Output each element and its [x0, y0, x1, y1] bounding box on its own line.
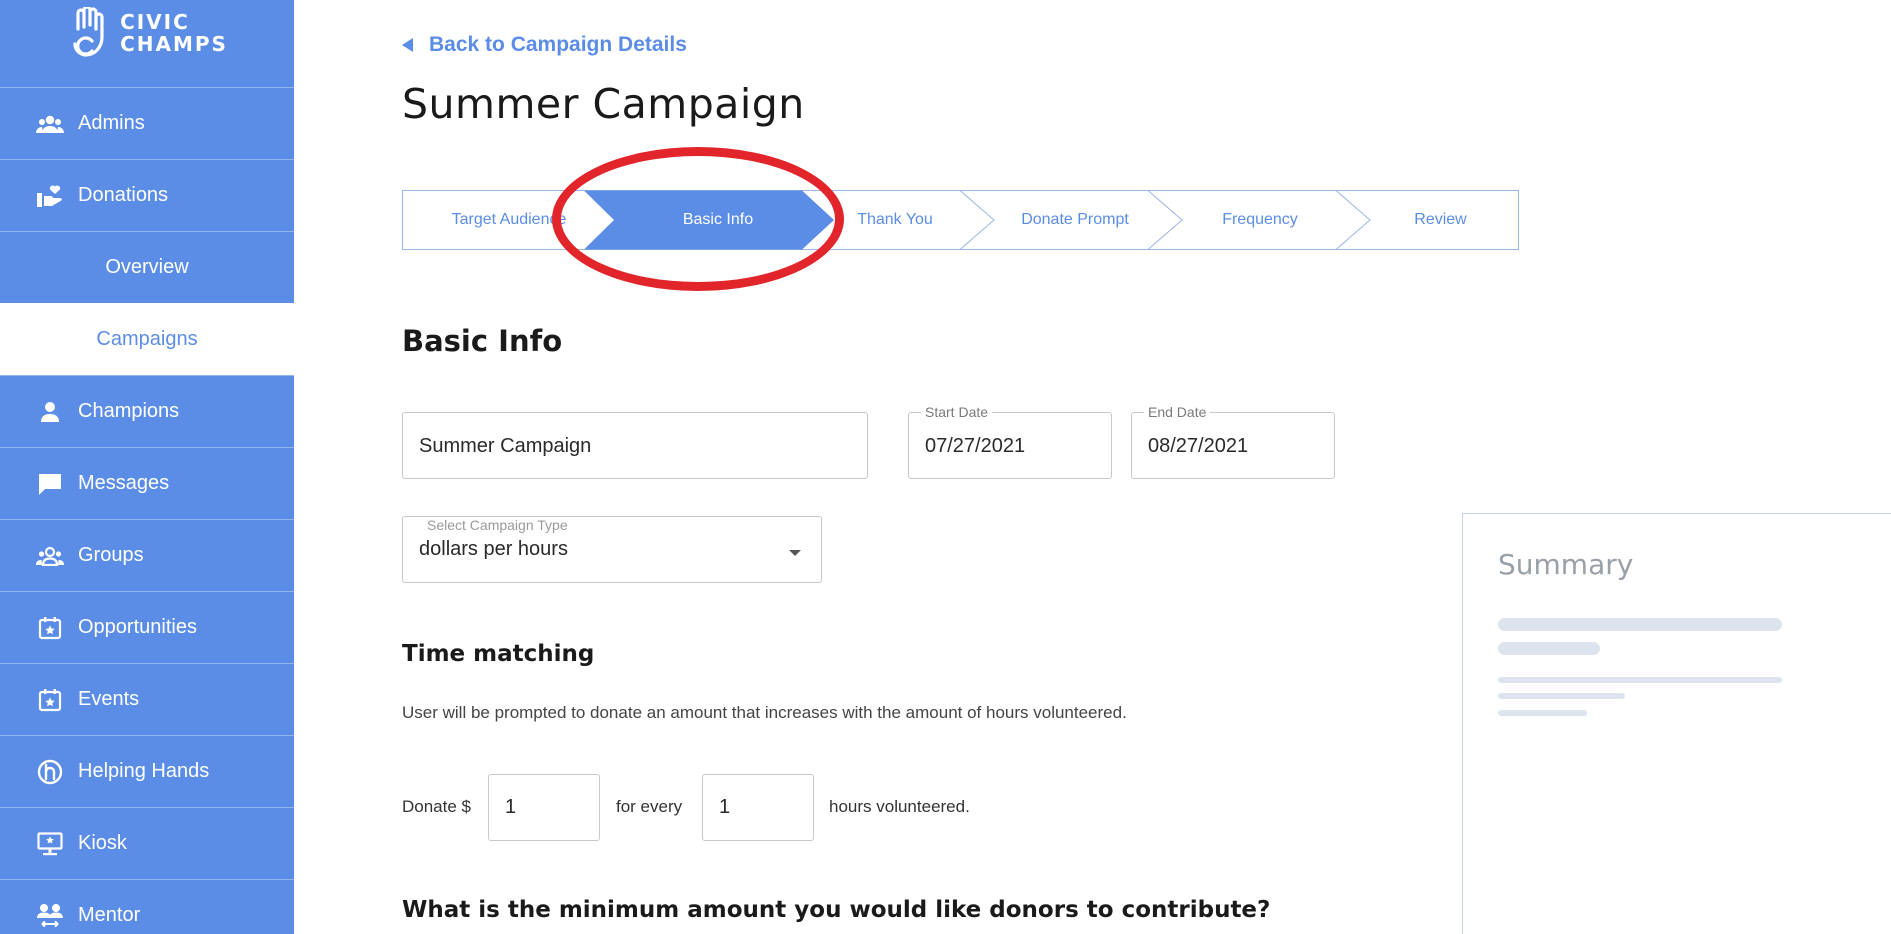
sidebar-item-label: Groups [78, 544, 144, 566]
time-matching-description: User will be prompted to donate an amoun… [402, 703, 1127, 722]
hand-heart-icon [36, 182, 64, 210]
hours-volunteered-label: hours volunteered. [829, 797, 970, 816]
back-link-label: Back to Campaign Details [429, 33, 687, 56]
people-icon [36, 110, 64, 138]
sidebar-item-label: Mentor [78, 904, 141, 926]
end-date-value: 08/27/2021 [1148, 435, 1249, 457]
campaign-type-label: Select Campaign Type [427, 517, 568, 533]
summary-title: Summary [1498, 548, 1634, 581]
person-icon [36, 398, 64, 426]
sidebar-item-donations[interactable]: Donations [0, 159, 294, 231]
back-arrow-icon [402, 38, 413, 52]
page-title: Summer Campaign [402, 80, 805, 128]
end-date-label: End Date [1144, 404, 1211, 420]
hours-value: 1 [719, 796, 731, 818]
summary-placeholder-line [1498, 710, 1587, 716]
sidebar-item-label: Admins [78, 112, 145, 134]
end-date-field[interactable]: End Date 08/27/2021 [1131, 404, 1335, 479]
chat-bubble-icon [36, 470, 64, 498]
campaign-type-value: dollars per hours [419, 538, 568, 560]
donate-amount-input[interactable]: 1 [488, 774, 600, 841]
sidebar-item-label: Events [78, 688, 140, 710]
summary-placeholder-line [1498, 618, 1782, 631]
step-review[interactable]: Review [1362, 190, 1519, 250]
sidebar-item-groups[interactable]: Groups [0, 519, 294, 591]
sidebar-item-campaigns[interactable]: Campaigns [0, 303, 294, 375]
step-thank-you[interactable]: Thank You [802, 190, 988, 250]
sidebar-item-mentor[interactable]: Mentor [0, 879, 294, 934]
sidebar-item-messages[interactable]: Messages [0, 447, 294, 519]
helping-hands-icon [36, 758, 64, 786]
sidebar-item-label: Opportunities [78, 616, 197, 638]
group-icon [36, 542, 64, 570]
step-basic-info[interactable]: Basic Info [602, 190, 834, 250]
sidebar: CIVIC CHAMPS Admins Donations Overview C… [0, 0, 294, 934]
hand-logo-icon [73, 6, 104, 57]
campaign-name-value: Summer Campaign [419, 435, 592, 457]
minimum-amount-question: What is the minimum amount you would lik… [402, 897, 1271, 923]
donate-amount-value: 1 [505, 796, 517, 818]
sidebar-item-events[interactable]: Events [0, 663, 294, 735]
sidebar-item-admins[interactable]: Admins [0, 87, 294, 159]
campaign-type-select[interactable]: Select Campaign Type dollars per hours [402, 516, 822, 583]
for-every-label: for every [616, 797, 683, 816]
campaign-name-input[interactable]: Summer Campaign [402, 412, 868, 479]
mentor-icon [36, 902, 64, 930]
hours-input[interactable]: 1 [702, 774, 814, 841]
civic-champs-logo[interactable]: CIVIC CHAMPS [0, 0, 294, 87]
sidebar-item-label: Overview [105, 256, 189, 278]
start-date-value: 07/27/2021 [925, 435, 1026, 457]
sidebar-item-opportunities[interactable]: Opportunities [0, 591, 294, 663]
calendar-star-icon [36, 686, 64, 714]
sidebar-item-label: Champions [78, 400, 180, 422]
sidebar-item-label: Campaigns [96, 328, 198, 350]
summary-placeholder-line [1498, 642, 1600, 655]
step-target-audience[interactable]: Target Audience [402, 190, 616, 250]
sidebar-item-overview[interactable]: Overview [0, 231, 294, 303]
time-matching-title: Time matching [402, 641, 595, 667]
kiosk-icon [36, 830, 64, 858]
sidebar-item-label: Messages [78, 472, 170, 494]
sidebar-item-kiosk[interactable]: Kiosk [0, 807, 294, 879]
sidebar-item-label: Donations [78, 184, 169, 206]
sidebar-item-label: Helping Hands [78, 760, 210, 782]
chevron-down-icon [789, 550, 801, 556]
donate-prefix-label: Donate $ [402, 797, 471, 816]
back-to-campaign-details-link[interactable]: Back to Campaign Details [402, 33, 687, 57]
start-date-label: Start Date [921, 404, 993, 420]
brand-name: CIVIC CHAMPS [120, 9, 228, 56]
summary-placeholder-line [1498, 693, 1625, 699]
sidebar-item-label: Kiosk [78, 832, 127, 854]
section-title-basic-info: Basic Info [402, 324, 563, 358]
calendar-star-icon [36, 614, 64, 642]
summary-placeholder-line [1498, 677, 1782, 683]
step-frequency[interactable]: Frequency [1167, 190, 1353, 250]
summary-panel: Summary [1462, 513, 1891, 934]
campaign-stepper: Target Audience Basic Info Thank You Don… [402, 190, 1519, 250]
start-date-field[interactable]: Start Date 07/27/2021 [908, 404, 1112, 479]
sidebar-item-helping-hands[interactable]: Helping Hands [0, 735, 294, 807]
sidebar-item-champions[interactable]: Champions [0, 375, 294, 447]
step-donate-prompt[interactable]: Donate Prompt [982, 190, 1168, 250]
